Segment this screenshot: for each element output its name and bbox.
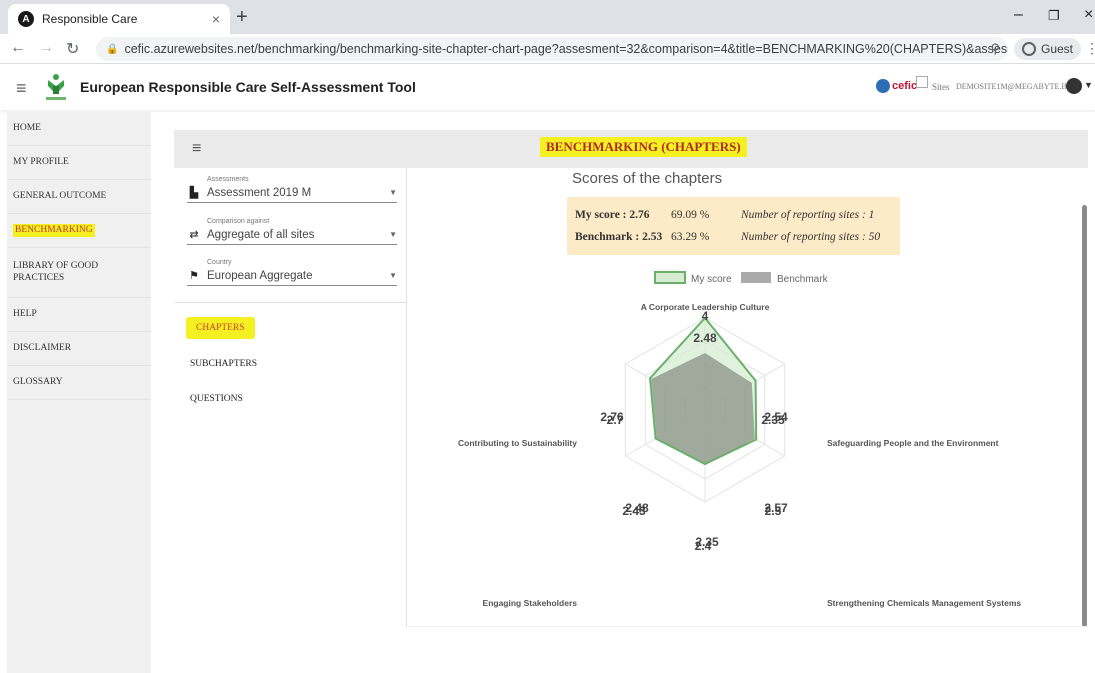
legend-my-score-label: My score xyxy=(691,274,732,285)
panel-menu-icon[interactable]: ≡ xyxy=(192,140,201,158)
category-label: Contributing to Sustainability xyxy=(458,438,577,448)
score-summary: My score : 2.76 69.09 % Number of report… xyxy=(567,197,900,255)
forward-arrow-icon[interactable]: → xyxy=(38,39,54,57)
chevron-down-icon: ▼ xyxy=(389,230,397,239)
benchmark-percent: 63.29 % xyxy=(671,231,710,243)
lock-icon: 🔒 xyxy=(106,43,119,55)
app-header: ≡ European Responsible Care Self-Assessm… xyxy=(0,64,1095,110)
radar-chart: My scoreBenchmark123A Corporate Leadersh… xyxy=(458,271,1021,608)
browser-tab[interactable]: A Responsible Care × xyxy=(8,4,230,34)
comparison-value: Aggregate of all sites xyxy=(207,228,315,241)
chevron-down-icon: ▼ xyxy=(389,271,397,280)
guest-label: Guest xyxy=(1041,42,1074,56)
country-label: Country xyxy=(207,259,232,266)
sites-link[interactable]: Sites xyxy=(932,82,950,92)
reload-icon[interactable]: ↻ xyxy=(66,39,79,59)
data-label: 2.7 xyxy=(607,413,624,427)
sidebar-item-glossary[interactable]: GLOSSARY xyxy=(7,366,151,400)
data-label: 2.48 xyxy=(693,331,717,345)
sidebar-item-my-profile[interactable]: MY PROFILE xyxy=(7,146,151,180)
profile-icon xyxy=(1022,42,1036,56)
filters-divider xyxy=(175,302,406,303)
chevron-down-icon: ▼ xyxy=(389,188,397,197)
my-score-sites: Number of reporting sites : 1 xyxy=(741,209,875,221)
browser-menu-icon[interactable]: ⋮ xyxy=(1085,40,1095,57)
cefic-globe-icon xyxy=(876,79,890,93)
panel-bottom-edge xyxy=(406,626,1088,627)
my-score-percent: 69.09 % xyxy=(671,209,710,221)
comparison-label: Comparison against xyxy=(207,218,270,225)
scrollbar-thumb[interactable] xyxy=(1082,205,1087,627)
caret-down-icon[interactable]: ▼ xyxy=(1084,80,1093,90)
account-icon[interactable] xyxy=(1066,78,1082,94)
country-value: European Aggregate xyxy=(207,269,313,282)
data-label: 2.35 xyxy=(761,413,785,427)
sidebar-item-home[interactable]: HOME xyxy=(7,112,151,146)
data-label: 2.4 xyxy=(695,539,712,553)
sidebar-item-general-outcome[interactable]: GENERAL OUTCOME xyxy=(7,180,151,214)
chapters-link[interactable]: CHAPTERS xyxy=(186,317,255,339)
legend-benchmark-swatch xyxy=(741,272,771,283)
my-score-label: My score : 2.76 xyxy=(575,209,650,221)
sidebar-item-help[interactable]: HELP xyxy=(7,298,151,332)
legend-benchmark-label: Benchmark xyxy=(777,274,829,285)
compare-arrows-icon: ⇄ xyxy=(189,229,199,241)
zoom-icon[interactable]: ⚲ xyxy=(990,41,1000,57)
assessments-select[interactable]: Assessments ▙ Assessment 2019 M ▼ xyxy=(187,176,397,203)
restore-icon[interactable]: ❐ xyxy=(1048,8,1060,24)
window-close-icon[interactable]: × xyxy=(1084,6,1093,24)
data-label: 4 xyxy=(702,309,709,323)
data-label: 2.43 xyxy=(622,504,646,518)
sidebar-item-benchmarking[interactable]: BENCHMARKING xyxy=(7,214,151,248)
new-tab-button[interactable]: + xyxy=(236,6,248,29)
url-text: cefic.azurewebsites.net/benchmarking/ben… xyxy=(124,42,1008,56)
assessments-value: Assessment 2019 M xyxy=(207,186,312,199)
angular-icon: A xyxy=(18,11,34,27)
hamburger-menu-icon[interactable]: ≡ xyxy=(16,78,27,99)
category-label: Strengthening Chemicals Management Syste… xyxy=(827,598,1021,608)
bar-chart-icon: ▙ xyxy=(189,187,199,199)
sidebar-item-library[interactable]: LIBRARY OF GOOD PRACTICES xyxy=(7,248,151,298)
comparison-select[interactable]: Comparison against ⇄ Aggregate of all si… xyxy=(187,218,397,245)
subchapters-link[interactable]: SUBCHAPTERS xyxy=(190,359,257,369)
browser-tab-bar: A Responsible Care × + – ❐ × xyxy=(0,0,1095,34)
broken-image-icon xyxy=(916,76,928,88)
chart-heading: Scores of the chapters xyxy=(572,170,723,187)
address-bar: ← → ↻ 🔒 cefic.azurewebsites.net/benchmar… xyxy=(0,34,1095,64)
category-label: Engaging Stakeholders xyxy=(483,598,578,608)
url-field[interactable]: 🔒 cefic.azurewebsites.net/benchmarking/b… xyxy=(96,37,1008,61)
user-email: DEMOSITE1M@MEGABYTE.BE xyxy=(956,82,1072,91)
flag-icon: ⚑ xyxy=(189,270,199,282)
assessments-label: Assessments xyxy=(207,176,249,183)
legend-my-score-swatch xyxy=(654,271,686,284)
back-arrow-icon[interactable]: ← xyxy=(10,39,26,57)
tab-title: Responsible Care xyxy=(42,12,138,26)
benchmark-label: Benchmark : 2.53 xyxy=(575,231,663,243)
cefic-text: cefic xyxy=(892,80,918,92)
country-select[interactable]: Country ⚑ European Aggregate ▼ xyxy=(187,259,397,286)
close-icon[interactable]: × xyxy=(212,11,220,27)
minimize-icon[interactable]: – xyxy=(1014,6,1023,24)
category-label: Safeguarding People and the Environment xyxy=(827,438,999,448)
cefic-logo: cefic xyxy=(876,79,917,93)
questions-link[interactable]: QUESTIONS xyxy=(190,394,243,404)
responsible-care-logo-icon xyxy=(46,74,66,100)
page-title: BENCHMARKING (CHAPTERS) xyxy=(540,137,747,157)
data-label: 2.5 xyxy=(765,504,782,518)
sidebar-item-disclaimer[interactable]: DISCLAIMER xyxy=(7,332,151,366)
app-title: European Responsible Care Self-Assessmen… xyxy=(80,79,416,95)
benchmark-sites: Number of reporting sites : 50 xyxy=(741,231,881,243)
sidebar: HOME MY PROFILE GENERAL OUTCOME BENCHMAR… xyxy=(7,112,151,673)
guest-profile-button[interactable]: Guest xyxy=(1014,38,1082,60)
